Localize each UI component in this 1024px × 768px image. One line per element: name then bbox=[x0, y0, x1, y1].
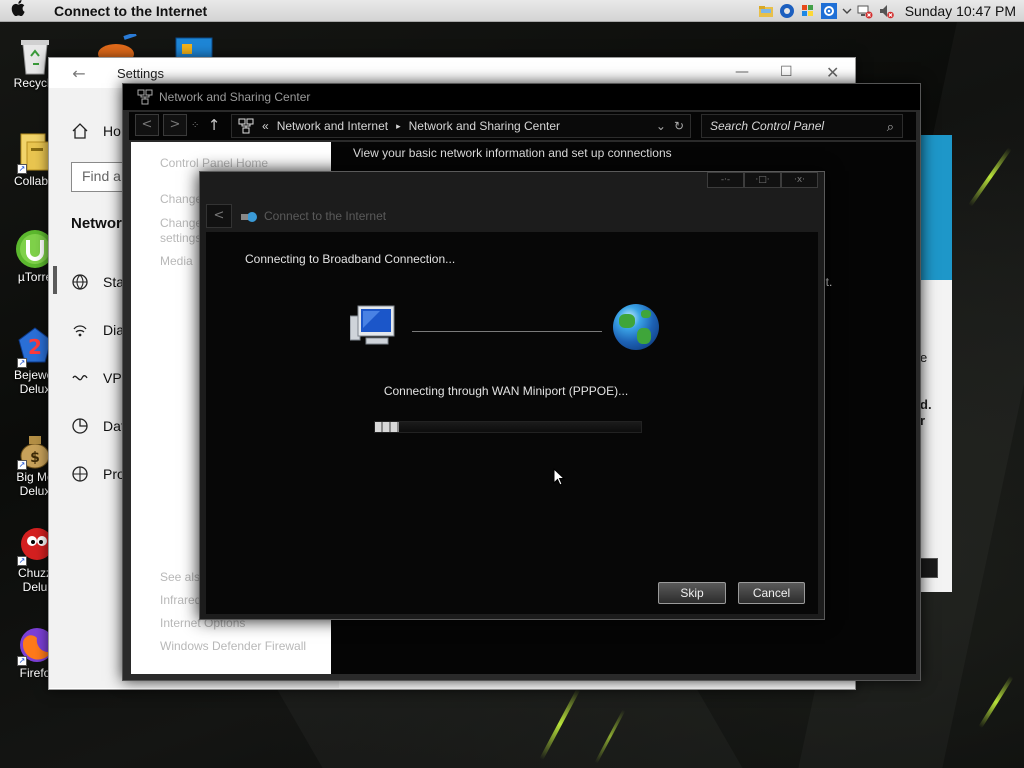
windows-flag-icon[interactable] bbox=[800, 3, 816, 19]
connection-substatus-text: Connecting through WAN Miniport (PPPOE).… bbox=[383, 384, 629, 398]
background-text-fragment: d. bbox=[920, 397, 932, 412]
paint-brush-icon bbox=[98, 34, 137, 58]
settings-nav-proxy[interactable]: Pro bbox=[71, 465, 125, 483]
settings-nav-data-usage[interactable]: Dat bbox=[71, 417, 125, 435]
breadcrumb-separator[interactable]: ▸ bbox=[396, 121, 401, 132]
breadcrumb-overflow[interactable]: « bbox=[262, 119, 269, 133]
nsc-titlebar: Network and Sharing Center bbox=[123, 84, 920, 110]
vpn-icon bbox=[71, 369, 89, 387]
gear-icon[interactable] bbox=[820, 2, 837, 19]
svg-text:$: $ bbox=[30, 450, 40, 466]
chevron-down-icon[interactable] bbox=[842, 3, 852, 19]
dialog-window-controls: -·- ·□· ·x· bbox=[707, 172, 818, 188]
selection-indicator bbox=[53, 266, 57, 294]
connect-internet-dialog: -·- ·□· ·x· < Connect to the Internet Co… bbox=[199, 171, 825, 620]
settings-home-item[interactable]: Ho bbox=[71, 122, 121, 140]
nav-buttons: < > ⁘ ↑ bbox=[135, 114, 223, 136]
mouse-cursor bbox=[553, 467, 566, 486]
skip-button[interactable]: Skip bbox=[658, 582, 726, 604]
maximize-button[interactable]: ·□· bbox=[744, 172, 781, 188]
link-change-adapter[interactable]: Change bbox=[160, 192, 202, 207]
progress-bar-fill bbox=[375, 422, 399, 432]
shortcut-arrow-icon: ↗ bbox=[17, 656, 27, 666]
app-window-icon bbox=[175, 37, 213, 58]
link-change-settings[interactable]: Change bbox=[160, 216, 202, 231]
link-control-panel-home[interactable]: Control Panel Home bbox=[160, 156, 268, 171]
connect-wizard-icon bbox=[240, 209, 258, 223]
shortcut-arrow-icon: ↗ bbox=[17, 164, 27, 174]
nsc-main-heading: View your basic network information and … bbox=[353, 146, 672, 160]
volume-muted-icon[interactable] bbox=[878, 3, 894, 19]
nsc-title: Network and Sharing Center bbox=[159, 90, 311, 104]
dialog-title: Connect to the Internet bbox=[264, 209, 387, 223]
minimize-button[interactable]: — bbox=[735, 64, 749, 80]
back-button[interactable]: < bbox=[135, 114, 159, 136]
browser-globe-icon[interactable] bbox=[779, 3, 795, 19]
settings-search-placeholder: Find a bbox=[82, 168, 121, 184]
desktop-icon-vmware[interactable] bbox=[172, 34, 216, 58]
nsc-address-row: < > ⁘ ↑ « Network and Internet ▸ Network… bbox=[129, 112, 916, 140]
connection-line bbox=[412, 331, 602, 332]
minimize-button[interactable]: -·- bbox=[707, 172, 744, 188]
proxy-icon bbox=[71, 465, 89, 483]
internet-globe-icon bbox=[613, 304, 659, 350]
settings-nav-dialup[interactable]: Dia bbox=[71, 321, 124, 339]
settings-home-label: Ho bbox=[103, 123, 121, 139]
dialog-title-row: < Connect to the Internet bbox=[206, 202, 818, 230]
data-usage-icon bbox=[71, 417, 89, 435]
svg-text:2: 2 bbox=[28, 335, 42, 359]
computer-icon bbox=[349, 302, 398, 348]
refresh-icon[interactable]: ↻ bbox=[674, 119, 684, 133]
settings-nav-status[interactable]: Stat bbox=[71, 273, 128, 291]
folder-icon[interactable] bbox=[758, 3, 774, 19]
clock[interactable]: Sunday 10:47 PM bbox=[905, 3, 1016, 19]
breadcrumb-current[interactable]: Network and Sharing Center bbox=[409, 119, 560, 133]
link-infrared[interactable]: Infrared bbox=[160, 593, 201, 608]
close-button[interactable]: ·x· bbox=[781, 172, 818, 188]
search-control-panel-input[interactable]: Search Control Panel ⌕ bbox=[701, 114, 903, 138]
search-placeholder: Search Control Panel bbox=[710, 119, 825, 133]
apple-menu-icon[interactable] bbox=[0, 0, 36, 21]
connection-status-text: Connecting to Broadband Connection... bbox=[245, 252, 456, 266]
address-bar[interactable]: « Network and Internet ▸ Network and Sha… bbox=[231, 114, 691, 138]
link-windows-firewall[interactable]: Windows Defender Firewall bbox=[160, 639, 306, 654]
breadcrumb-parent[interactable]: Network and Internet bbox=[277, 119, 388, 133]
home-icon bbox=[71, 122, 89, 140]
search-icon[interactable]: ⌕ bbox=[887, 119, 894, 135]
top-menu-bar: Connect to the Internet Sunday 10:47 PM bbox=[0, 0, 1024, 22]
shortcut-arrow-icon: ↗ bbox=[17, 556, 27, 566]
system-tray: Sunday 10:47 PM bbox=[758, 2, 1024, 19]
chevron-down-icon[interactable]: ⌄ bbox=[656, 119, 666, 133]
settings-title: Settings bbox=[117, 65, 164, 81]
link-media-streaming[interactable]: Media bbox=[160, 254, 193, 269]
settings-nav-label: Dia bbox=[103, 322, 125, 338]
back-button[interactable]: < bbox=[206, 204, 232, 228]
close-button[interactable]: ✕ bbox=[826, 63, 839, 82]
link-change-settings-line2[interactable]: settings bbox=[160, 231, 201, 246]
globe-icon bbox=[71, 273, 89, 291]
back-arrow-icon[interactable]: ← bbox=[49, 64, 109, 83]
network-center-icon bbox=[238, 118, 254, 134]
shortcut-arrow-icon: ↗ bbox=[17, 358, 27, 368]
dialog-body: Connecting to Broadband Connection... Co… bbox=[206, 232, 818, 614]
up-arrow-button[interactable]: ↑ bbox=[205, 116, 223, 134]
active-app-title: Connect to the Internet bbox=[54, 2, 208, 19]
desktop-icon-paint[interactable] bbox=[94, 34, 138, 58]
network-disconnected-icon[interactable] bbox=[857, 3, 873, 19]
recent-locations-icon[interactable]: ⁘ bbox=[191, 120, 201, 131]
shortcut-arrow-icon: ↗ bbox=[17, 460, 27, 470]
background-text-fragment: e bbox=[920, 350, 928, 365]
network-center-icon bbox=[137, 89, 153, 105]
cancel-button[interactable]: Cancel bbox=[738, 582, 805, 604]
forward-button[interactable]: > bbox=[163, 114, 187, 136]
dialup-icon bbox=[71, 321, 89, 339]
connection-progress-bar bbox=[374, 421, 642, 433]
maximize-button[interactable]: ☐ bbox=[780, 64, 793, 80]
